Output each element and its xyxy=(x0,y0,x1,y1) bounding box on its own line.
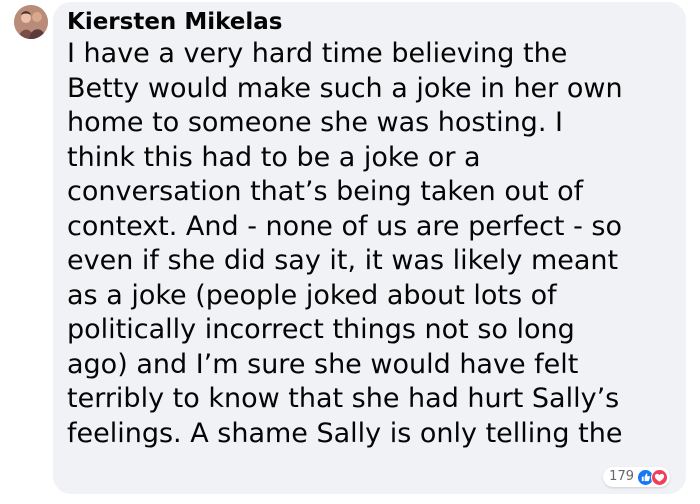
comment-line: think this had to be a joke or a xyxy=(67,141,481,173)
comment-line: I have a very hard time believing the xyxy=(67,38,568,69)
comment-line: terribly to know that she had hurt Sally… xyxy=(67,383,620,414)
avatar[interactable] xyxy=(14,5,48,39)
comment-line: conversation that’s being taken out of xyxy=(67,176,584,207)
reactions-summary[interactable]: 179 xyxy=(603,467,670,487)
comment-line: even if she did say it, it was likely me… xyxy=(67,245,619,276)
comment-line: politically incorrect things not so long xyxy=(67,314,575,345)
comment-line: as a joke (people joked about lots of xyxy=(67,279,557,311)
comment-line: context. And - none of us are perfect - … xyxy=(67,210,623,242)
heart-icon xyxy=(651,468,668,486)
comment-bubble: Kiersten Mikelas I have a very hard time… xyxy=(53,2,686,494)
comment-author[interactable]: Kiersten Mikelas xyxy=(67,8,282,36)
reaction-count: 179 xyxy=(609,469,634,484)
comment-line: feelings. A shame Sally is only telling … xyxy=(67,417,623,449)
comment-line: Betty would make such a joke in her own xyxy=(67,72,623,104)
comment-text: I have a very hard time believing the Be… xyxy=(67,37,679,451)
comment-line: home to someone she was hosting. I xyxy=(67,107,563,138)
comment-line: ago) and I’m sure she would have felt xyxy=(67,348,579,380)
profile-photo xyxy=(14,5,48,39)
